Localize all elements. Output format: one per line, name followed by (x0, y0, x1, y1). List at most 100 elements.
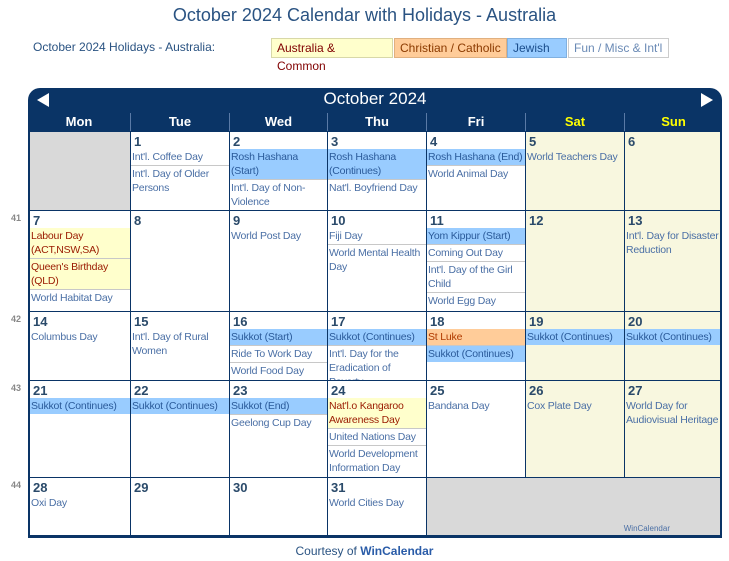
day-number: 10 (331, 213, 346, 228)
day-cell[interactable]: 22 Sukkot (Continues) (131, 381, 229, 477)
legend-christian-catholic[interactable]: Christian / Catholic (394, 38, 507, 58)
day-number: 1 (134, 134, 142, 149)
holiday-event[interactable]: Sukkot (Continues) (526, 329, 624, 345)
holiday-event[interactable]: World Mental Health Day (328, 245, 426, 275)
day-cell[interactable]: 27 World Day for Audiovisual Heritage (625, 381, 720, 477)
day-cell[interactable]: 5 World Teachers Day (526, 132, 624, 210)
day-number: 22 (134, 383, 149, 398)
day-number: 18 (430, 314, 445, 329)
day-cell[interactable]: 2 Rosh Hashana (Start) Int'l. Day of Non-V… (230, 132, 327, 210)
day-cell[interactable]: 11 Yom Kippur (Start) Coming Out Day Int'l.… (427, 211, 525, 311)
holiday-event[interactable]: Coming Out Day (427, 245, 525, 262)
holiday-event[interactable]: Ride To Work Day (230, 346, 327, 363)
day-number: 14 (33, 314, 48, 329)
holiday-event[interactable]: Int'l. Day of Older Persons (131, 166, 229, 196)
holiday-event[interactable]: World Day for Audiovisual Heritage (625, 398, 720, 428)
holiday-event[interactable]: St Luke (427, 329, 525, 346)
day-cell[interactable]: 23 Sukkot (End) Geelong Cup Day (230, 381, 327, 477)
holiday-event[interactable]: Rosh Hashana (Continues) (328, 149, 426, 180)
legend-jewish[interactable]: Jewish (507, 38, 567, 58)
holiday-event[interactable]: Int'l. Day of Non-Violence (230, 180, 327, 210)
holiday-event[interactable]: Int'l. Day for the Eradication of Povert… (328, 346, 426, 380)
day-cell[interactable]: 16 Sukkot (Start) Ride To Work Day World Fo… (230, 312, 327, 380)
weekday-header-sat: Sat (525, 113, 624, 131)
week-number: 42 (11, 314, 22, 324)
holiday-event[interactable]: Labour Day (ACT,NSW,SA) (30, 228, 130, 259)
day-number: 31 (331, 480, 346, 495)
holiday-event[interactable]: World Post Day (230, 228, 327, 244)
holiday-event[interactable]: Sukkot (Continues) (30, 398, 130, 414)
holiday-event[interactable]: Sukkot (Continues) (427, 346, 525, 362)
day-cell[interactable]: 29 (131, 478, 229, 535)
holiday-event[interactable]: Nat'l.o Kangaroo Awareness Day (328, 398, 426, 429)
holiday-event[interactable]: World Egg Day (427, 293, 525, 309)
holiday-event[interactable]: World Cities Day (328, 495, 426, 511)
day-cell[interactable]: 28 Oxi Day (30, 478, 130, 535)
day-number: 11 (430, 213, 444, 228)
holiday-event[interactable]: World Animal Day (427, 166, 525, 182)
day-cell[interactable]: 4 Rosh Hashana (End) World Animal Day (427, 132, 525, 210)
day-cell[interactable]: 26 Cox Plate Day (526, 381, 624, 477)
day-number: 8 (134, 213, 142, 228)
legend-australia-common[interactable]: Australia & Common (271, 38, 393, 73)
day-cell[interactable]: 7 Labour Day (ACT,NSW,SA) Queen's Birthday… (30, 211, 130, 311)
holiday-event[interactable]: Sukkot (Continues) (328, 329, 426, 346)
day-cell[interactable]: 14 Columbus Day (30, 312, 130, 380)
holiday-event[interactable]: World Development Information Day (328, 446, 426, 476)
day-cell[interactable]: 24 Nat'l.o Kangaroo Awareness Day United N… (328, 381, 426, 477)
calendar-nav: October 2024 (28, 88, 722, 113)
day-number: 6 (628, 134, 636, 149)
next-month-icon[interactable] (701, 93, 713, 107)
day-number: 27 (628, 383, 643, 398)
holiday-event[interactable]: Int'l. Day of the Girl Child (427, 262, 525, 293)
holiday-event[interactable]: World Habitat Day (30, 290, 130, 306)
day-cell[interactable]: 1 Int'l. Coffee Day Int'l. Day of Older Pe… (131, 132, 229, 210)
day-number: 7 (33, 213, 41, 228)
day-cell[interactable]: 12 (526, 211, 624, 311)
day-number: 30 (233, 480, 248, 495)
weekday-header-wed: Wed (229, 113, 327, 131)
holiday-event[interactable]: Sukkot (Start) (230, 329, 327, 346)
day-cell[interactable]: 21 Sukkot (Continues) (30, 381, 130, 477)
holiday-event[interactable]: Rosh Hashana (End) (427, 149, 525, 166)
day-cell[interactable]: 20 Sukkot (Continues) (625, 312, 720, 380)
legend-fun-misc-intl[interactable]: Fun / Misc & Int'l (568, 38, 669, 58)
holiday-event[interactable]: Int'l. Coffee Day (131, 149, 229, 166)
day-cell[interactable]: 9 World Post Day (230, 211, 327, 311)
day-cell[interactable]: 30 (230, 478, 327, 535)
holiday-event[interactable]: Bandana Day (427, 398, 525, 414)
day-cell[interactable]: 25 Bandana Day (427, 381, 525, 477)
holiday-event[interactable]: Geelong Cup Day (230, 415, 327, 431)
holiday-event[interactable]: Int'l. Day for Disaster Reduction (625, 228, 720, 258)
day-cell[interactable]: 6 (625, 132, 720, 210)
holiday-event[interactable]: World Teachers Day (526, 149, 624, 165)
holiday-event[interactable]: Fiji Day (328, 228, 426, 245)
holiday-event[interactable]: Oxi Day (30, 495, 130, 511)
holiday-event[interactable]: Rosh Hashana (Start) (230, 149, 327, 180)
holiday-event[interactable]: Sukkot (End) (230, 398, 327, 415)
holiday-event[interactable]: Nat'l. Boyfriend Day (328, 180, 426, 196)
day-cell[interactable]: 31 World Cities Day (328, 478, 426, 535)
day-number: 21 (33, 383, 48, 398)
holiday-event[interactable]: Columbus Day (30, 329, 130, 345)
day-cell[interactable]: 18 St Luke Sukkot (Continues) (427, 312, 525, 380)
holiday-event[interactable]: United Nations Day (328, 429, 426, 446)
day-number: 26 (529, 383, 544, 398)
day-cell[interactable]: 8 (131, 211, 229, 311)
day-cell[interactable]: 10 Fiji Day World Mental Health Day (328, 211, 426, 311)
holiday-event[interactable]: Queen's Birthday (QLD) (30, 259, 130, 290)
day-cell[interactable]: 13 Int'l. Day for Disaster Reduction (625, 211, 720, 311)
day-cell[interactable]: 15 Int'l. Day of Rural Women (131, 312, 229, 380)
week-number: 43 (11, 383, 22, 393)
holiday-event[interactable]: Yom Kippur (Start) (427, 228, 525, 245)
day-cell[interactable]: 17 Sukkot (Continues) Int'l. Day for the E… (328, 312, 426, 380)
holiday-event[interactable]: Cox Plate Day (526, 398, 624, 414)
holiday-event[interactable]: Sukkot (Continues) (625, 329, 720, 345)
day-number: 15 (134, 314, 149, 329)
holiday-event[interactable]: Sukkot (Continues) (131, 398, 229, 414)
day-cell[interactable]: 19 Sukkot (Continues) (526, 312, 624, 380)
holiday-event[interactable]: Int'l. Day of Rural Women (131, 329, 229, 359)
wincalendar-link[interactable]: WinCalendar (360, 544, 433, 558)
day-cell[interactable]: 3 Rosh Hashana (Continues) Nat'l. Boyfrien… (328, 132, 426, 210)
holiday-event[interactable]: World Food Day (230, 363, 327, 379)
